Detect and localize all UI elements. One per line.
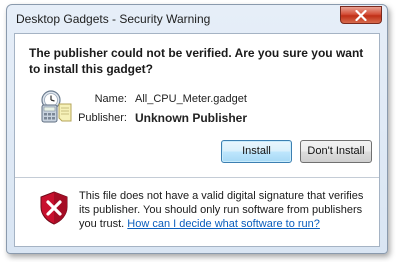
dont-install-button[interactable]: Don't Install [300,140,372,163]
name-value: All_CPU_Meter.gadget [135,93,247,105]
close-icon [355,10,367,21]
gadget-icon [41,90,72,123]
publisher-label: Publisher: [78,112,127,124]
warning-message: This file does not have a valid digital … [79,189,375,231]
help-link[interactable]: How can I decide what software to run? [127,218,320,230]
window-title: Desktop Gadgets - Security Warning [16,12,211,26]
publisher-value: Unknown Publisher [135,111,248,125]
divider [15,177,379,178]
title-bar[interactable]: Desktop Gadgets - Security Warning [7,5,387,31]
question-heading: The publisher could not be verified. Are… [29,46,364,76]
security-warning-dialog: Desktop Gadgets - Security Warning The p… [6,4,388,254]
dialog-content: The publisher could not be verified. Are… [14,33,380,247]
install-button[interactable]: Install [221,140,292,163]
security-shield-icon [40,191,68,225]
close-button[interactable] [340,6,382,24]
name-label: Name: [94,93,127,105]
